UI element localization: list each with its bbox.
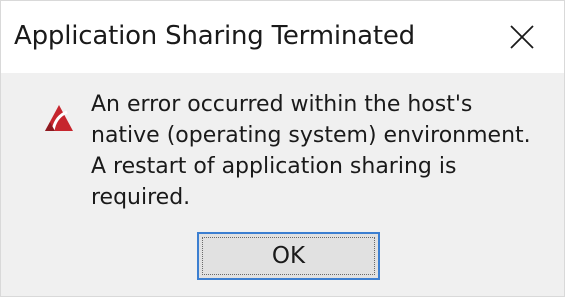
error-message: An error occurred within the host's nati… <box>91 92 531 210</box>
error-icon <box>45 105 73 132</box>
close-button[interactable] <box>487 7 557 67</box>
close-icon <box>510 25 534 49</box>
ok-button[interactable]: OK <box>197 232 380 280</box>
dialog-body: An error occurred within the host's nati… <box>1 73 564 296</box>
ok-button-label: OK <box>271 243 306 269</box>
dialog-title: Application Sharing Terminated <box>14 21 415 51</box>
title-bar: Application Sharing Terminated <box>1 1 564 73</box>
error-dialog: Application Sharing Terminated An error … <box>0 0 565 297</box>
